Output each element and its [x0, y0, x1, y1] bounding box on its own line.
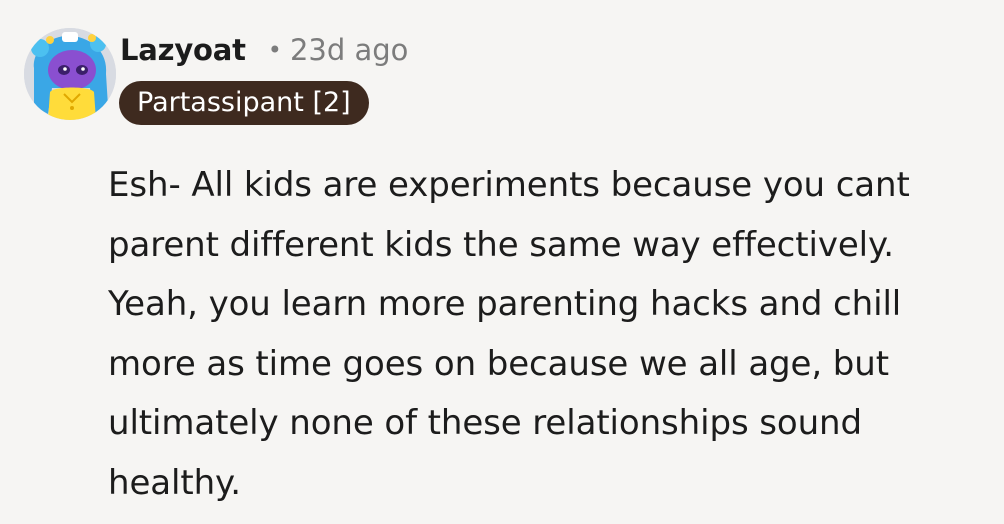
avatar[interactable] [24, 28, 116, 120]
comment-body-line: parent different kids the same way effec… [108, 224, 894, 265]
comment-body-line: ultimately none of these relationships s… [108, 403, 862, 443]
comment-body-line: healthy. [108, 462, 241, 503]
snoo-avatar-icon [24, 28, 116, 120]
comment-meta: Lazyoat • 23d ago [120, 28, 408, 72]
comment-body: Esh- All kids are experiments because yo… [108, 156, 988, 513]
meta-separator: • [267, 36, 282, 64]
comment-body-line: more as time goes on because we all age,… [108, 343, 889, 384]
user-flair-badge: Partassipant [2] [119, 81, 369, 125]
timestamp[interactable]: 23d ago [290, 33, 408, 67]
comment-body-line: Esh- All kids are experiments because yo… [108, 165, 910, 205]
comment-body-line: Yeah, you learn more parenting hacks and… [108, 284, 902, 324]
comment: Lazyoat • 23d ago Partassipant [2] Esh- … [0, 0, 1004, 524]
username-link[interactable]: Lazyoat [120, 33, 246, 67]
